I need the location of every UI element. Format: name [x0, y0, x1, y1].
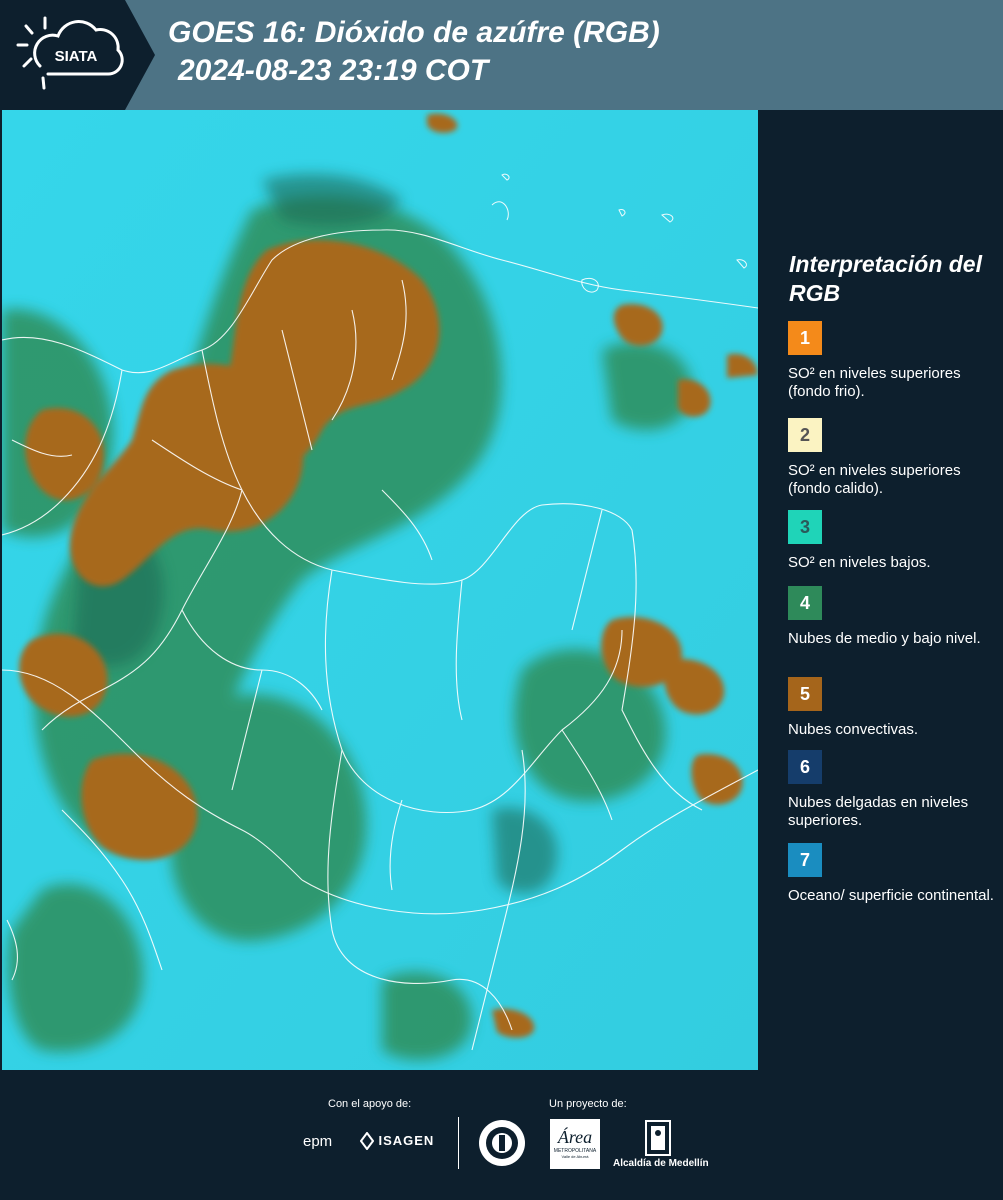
page-title: GOES 16: Dióxido de azúfre (RGB) 2024-08…: [168, 14, 660, 90]
legend-swatch-1: 1: [788, 321, 822, 355]
legend-item-6: 6 Nubes delgadas en niveles superiores.: [788, 750, 998, 830]
header-bar: SIATA GOES 16: Dióxido de azúfre (RGB) 2…: [0, 0, 1003, 110]
legend-swatch-2: 2: [788, 418, 822, 452]
legend-swatch-6: 6: [788, 750, 822, 784]
legend-label-6: Nubes delgadas en niveles superiores.: [788, 794, 969, 829]
legend-swatch-7: 7: [788, 843, 822, 877]
title-product: GOES 16: Dióxido de azúfre (RGB): [168, 16, 660, 49]
legend-swatch-4: 4: [788, 586, 822, 620]
legend-swatch-3: 3: [788, 510, 822, 544]
legend-label-7: Oceano/ superficie continental.: [788, 887, 994, 904]
legend-label-3: SO² en niveles bajos.: [788, 554, 931, 571]
footer-sponsors: Con el apoyo de: Un proyecto de: epm ISA…: [0, 1070, 1003, 1200]
legend-title: Interpretación del RGB: [789, 251, 982, 306]
alcaldia-label: Alcaldía de Medellín: [613, 1158, 709, 1169]
legend-item-5: 5 Nubes convectivas.: [788, 677, 998, 739]
legend-label-5: Nubes convectivas.: [788, 721, 919, 738]
legend-item-3: 3 SO² en niveles bajos.: [788, 510, 998, 572]
siata-logo: SIATA: [0, 0, 155, 110]
area-metropolitana-logo: Área METROPOLITANA Valle de Aburrá: [550, 1119, 600, 1169]
legend-item-7: 7 Oceano/ superficie continental.: [788, 843, 998, 905]
legend-label-2: SO² en niveles superiores (fondo calido)…: [788, 462, 961, 497]
medellin-seal-logo: [477, 1118, 527, 1173]
legend-item-2: 2 SO² en niveles superiores (fondo calid…: [788, 418, 998, 516]
footer-divider: [458, 1117, 459, 1169]
isagen-logo: ISAGEN: [359, 1131, 434, 1151]
legend-panel: Interpretación del RGB 1 SO² en niveles …: [762, 110, 1003, 1070]
alcaldia-shield-icon: [645, 1120, 671, 1161]
epm-logo: epm: [303, 1133, 333, 1150]
legend-item-4: 4 Nubes de medio y bajo nivel.: [788, 586, 998, 648]
legend-label-1: SO² en niveles superiores (fondo frio).: [788, 365, 961, 400]
legend-swatch-5: 5: [788, 677, 822, 711]
title-timestamp: 2024-08-23 23:19 COT: [178, 54, 489, 87]
support-label: Con el apoyo de:: [328, 1098, 412, 1110]
svg-text:SIATA: SIATA: [55, 48, 98, 65]
legend-label-4: Nubes de medio y bajo nivel.: [788, 630, 981, 647]
project-label: Un proyecto de:: [549, 1098, 627, 1110]
legend-item-1: 1 SO² en niveles superiores (fondo frio)…: [788, 321, 998, 401]
satellite-image-map: [1, 110, 759, 1070]
